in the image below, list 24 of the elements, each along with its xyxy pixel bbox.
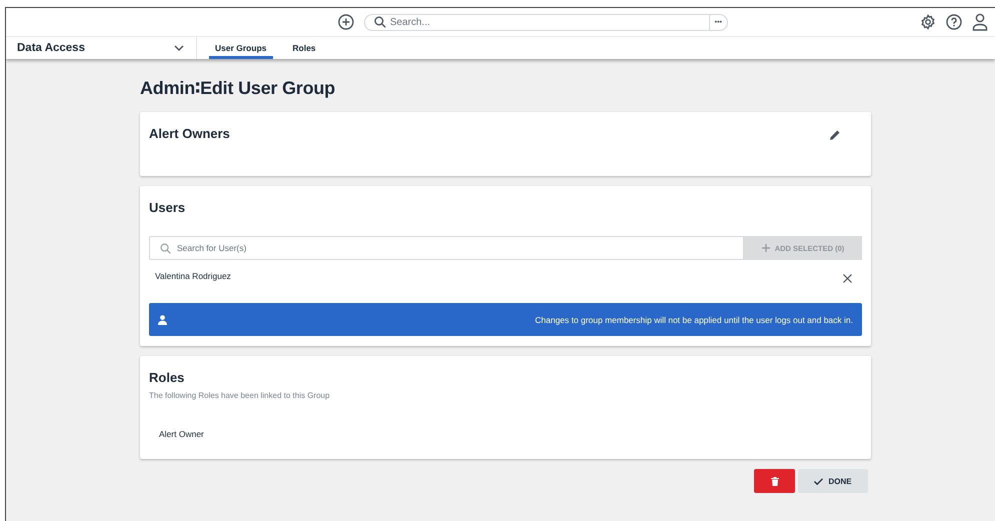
- add-icon[interactable]: [338, 14, 354, 30]
- settings-icon[interactable]: [920, 14, 936, 30]
- card-subtitle: The following Roles have been linked to this Group: [149, 391, 331, 400]
- group-name: Alert Owners: [149, 126, 230, 141]
- edit-icon[interactable]: [829, 129, 841, 141]
- help-icon[interactable]: [946, 14, 962, 30]
- check-icon: [814, 478, 824, 484]
- person-icon: [158, 314, 167, 324]
- user-search-field[interactable]: Search for User(s): [149, 236, 744, 260]
- close-icon[interactable]: [843, 274, 852, 283]
- user-icon[interactable]: [972, 13, 988, 31]
- trash-icon: [770, 476, 778, 486]
- card-title: Users: [149, 200, 186, 215]
- card-title: Roles: [149, 370, 186, 385]
- role-name: Alert Owner: [159, 429, 205, 439]
- plus-icon: [762, 244, 770, 252]
- tab[interactable]: Roles: [286, 37, 322, 59]
- chevron-down-icon: [174, 45, 184, 51]
- user-name: Valentina Rodriguez: [155, 270, 231, 280]
- search-icon: [374, 16, 386, 28]
- banner-text: Changes to group membership will not be applied until the user logs out and back in.: [535, 314, 853, 324]
- page-title: Admin∶Edit User Group: [140, 78, 336, 99]
- delete-button[interactable]: [754, 469, 795, 493]
- done-button[interactable]: DONE: [798, 469, 868, 493]
